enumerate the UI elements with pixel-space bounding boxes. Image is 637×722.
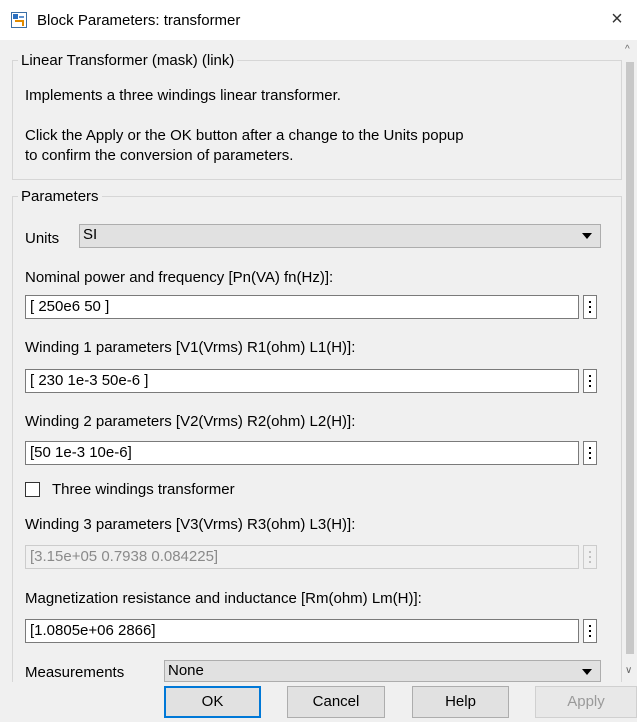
help-button[interactable]: Help [412, 686, 509, 718]
ok-button[interactable]: OK [164, 686, 261, 718]
units-dropdown[interactable]: SI [79, 224, 601, 248]
parameters-group: Parameters [12, 188, 622, 690]
magnetization-field[interactable]: [1.0805e+06 2866] [25, 619, 579, 643]
mask-note-line1: Click the Apply or the OK button after a… [25, 127, 464, 144]
magnetization-label: Magnetization resistance and inductance … [25, 590, 422, 607]
three-windings-checkbox[interactable] [25, 482, 40, 497]
nominal-field[interactable]: [ 250e6 50 ] [25, 295, 579, 319]
chevron-down-icon [582, 669, 592, 675]
nominal-ellipsis-icon[interactable] [583, 295, 597, 319]
mask-note-line2: to confirm the conversion of parameters. [25, 147, 294, 164]
winding2-ellipsis-icon[interactable] [583, 441, 597, 465]
scrollbar-thumb[interactable] [626, 62, 634, 654]
winding1-field[interactable]: [ 230 1e-3 50e-6 ] [25, 369, 579, 393]
mask-description: Implements a three windings linear trans… [25, 87, 341, 104]
winding3-field: [3.15e+05 0.7938 0.084225] [25, 545, 579, 569]
window-title: Block Parameters: transformer [37, 12, 241, 29]
close-icon[interactable]: × [606, 8, 628, 30]
simulink-block-icon [11, 12, 27, 28]
units-label: Units [25, 230, 60, 247]
apply-button: Apply [535, 686, 637, 718]
winding3-ellipsis-icon [583, 545, 597, 569]
scroll-down-icon[interactable]: ∨ [625, 665, 632, 676]
mask-legend: Linear Transformer (mask) (link) [21, 52, 235, 69]
three-windings-label: Three windings transformer [52, 481, 235, 498]
magnetization-ellipsis-icon[interactable] [583, 619, 597, 643]
winding2-field[interactable]: [50 1e-3 10e-6] [25, 441, 579, 465]
units-value: SI [83, 226, 98, 243]
winding1-label: Winding 1 parameters [V1(Vrms) R1(ohm) L… [25, 339, 356, 356]
vertical-scrollbar[interactable]: ^ ∨ [623, 40, 637, 682]
winding3-label: Winding 3 parameters [V3(Vrms) R3(ohm) L… [25, 516, 356, 533]
button-bar: OK Cancel Help Apply [0, 682, 637, 722]
scroll-up-icon[interactable]: ^ [625, 44, 630, 55]
nominal-label: Nominal power and frequency [Pn(VA) fn(H… [25, 269, 334, 286]
measurements-label: Measurements [25, 664, 125, 681]
dialog-content: Linear Transformer (mask) (link) Impleme… [0, 40, 623, 690]
title-bar: Block Parameters: transformer × [0, 0, 637, 40]
cancel-button[interactable]: Cancel [287, 686, 385, 718]
winding2-label: Winding 2 parameters [V2(Vrms) R2(ohm) L… [25, 413, 356, 430]
measurements-dropdown[interactable]: None [164, 660, 601, 682]
winding1-ellipsis-icon[interactable] [583, 369, 597, 393]
chevron-down-icon [582, 233, 592, 239]
parameters-legend: Parameters [21, 188, 99, 205]
measurements-value: None [168, 662, 204, 679]
